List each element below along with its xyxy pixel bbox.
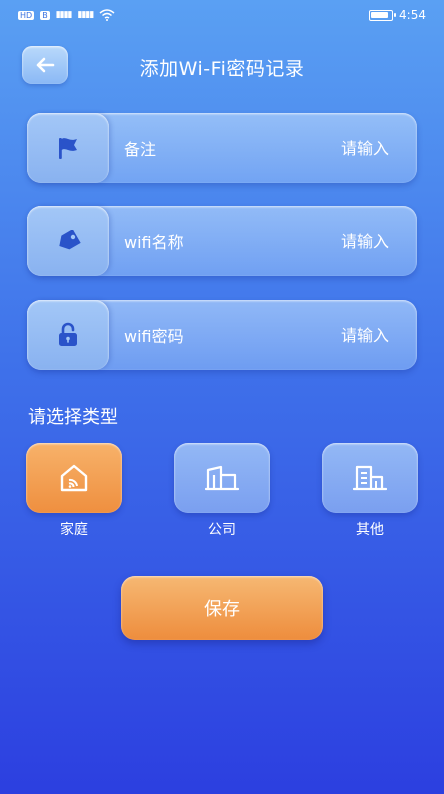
wifi-password-icon-box xyxy=(27,300,109,370)
remark-input[interactable] xyxy=(269,138,389,158)
bluetooth-indicator: B xyxy=(40,10,50,20)
home-wifi-icon xyxy=(60,464,88,492)
flag-icon xyxy=(59,138,77,159)
tag-icon xyxy=(59,230,81,250)
header: 添加Wi-Fi密码记录 xyxy=(0,46,444,86)
type-section-title: 请选择类型 xyxy=(28,407,118,428)
type-option-home[interactable]: 家庭 xyxy=(26,443,122,539)
save-button[interactable]: 保存 xyxy=(121,576,323,640)
type-home-label: 家庭 xyxy=(60,522,88,538)
type-home-button[interactable] xyxy=(26,443,122,513)
type-other-label: 其他 xyxy=(356,522,384,538)
status-right: 4:54 xyxy=(369,8,426,22)
wifi-password-input[interactable] xyxy=(269,325,389,345)
type-company-label: 公司 xyxy=(208,522,236,538)
status-left: HD B ▮▮▮▮ ▮▮▮▮ xyxy=(18,9,115,21)
clock: 4:54 xyxy=(399,8,426,22)
type-company-button[interactable] xyxy=(174,443,270,513)
remark-field-row[interactable]: 备注 xyxy=(27,113,417,183)
wifi-password-field-row[interactable]: wifi密码 xyxy=(27,300,417,370)
remark-label: 备注 xyxy=(124,140,157,159)
wifi-status-icon xyxy=(99,9,115,21)
lock-icon xyxy=(59,322,77,346)
signal-icon: ▮▮▮▮ xyxy=(55,10,73,20)
remark-icon-box xyxy=(27,113,109,183)
signal-icon-2: ▮▮▮▮ xyxy=(77,10,95,20)
other-building-icon xyxy=(353,465,387,491)
hd-indicator: HD xyxy=(18,10,35,20)
wifi-name-input[interactable] xyxy=(269,231,389,251)
page-title: 添加Wi-Fi密码记录 xyxy=(139,58,305,80)
type-option-company[interactable]: 公司 xyxy=(174,443,270,539)
wifi-name-label: wifi名称 xyxy=(124,233,184,252)
wifi-name-field-row[interactable]: wifi名称 xyxy=(27,206,417,276)
company-building-icon xyxy=(205,465,239,491)
wifi-password-label: wifi密码 xyxy=(124,327,184,346)
battery-icon xyxy=(369,9,397,21)
type-other-button[interactable] xyxy=(322,443,418,513)
status-bar: HD B ▮▮▮▮ ▮▮▮▮ 4:54 xyxy=(0,0,444,30)
wifi-name-icon-box xyxy=(27,206,109,276)
type-option-other[interactable]: 其他 xyxy=(322,443,418,539)
